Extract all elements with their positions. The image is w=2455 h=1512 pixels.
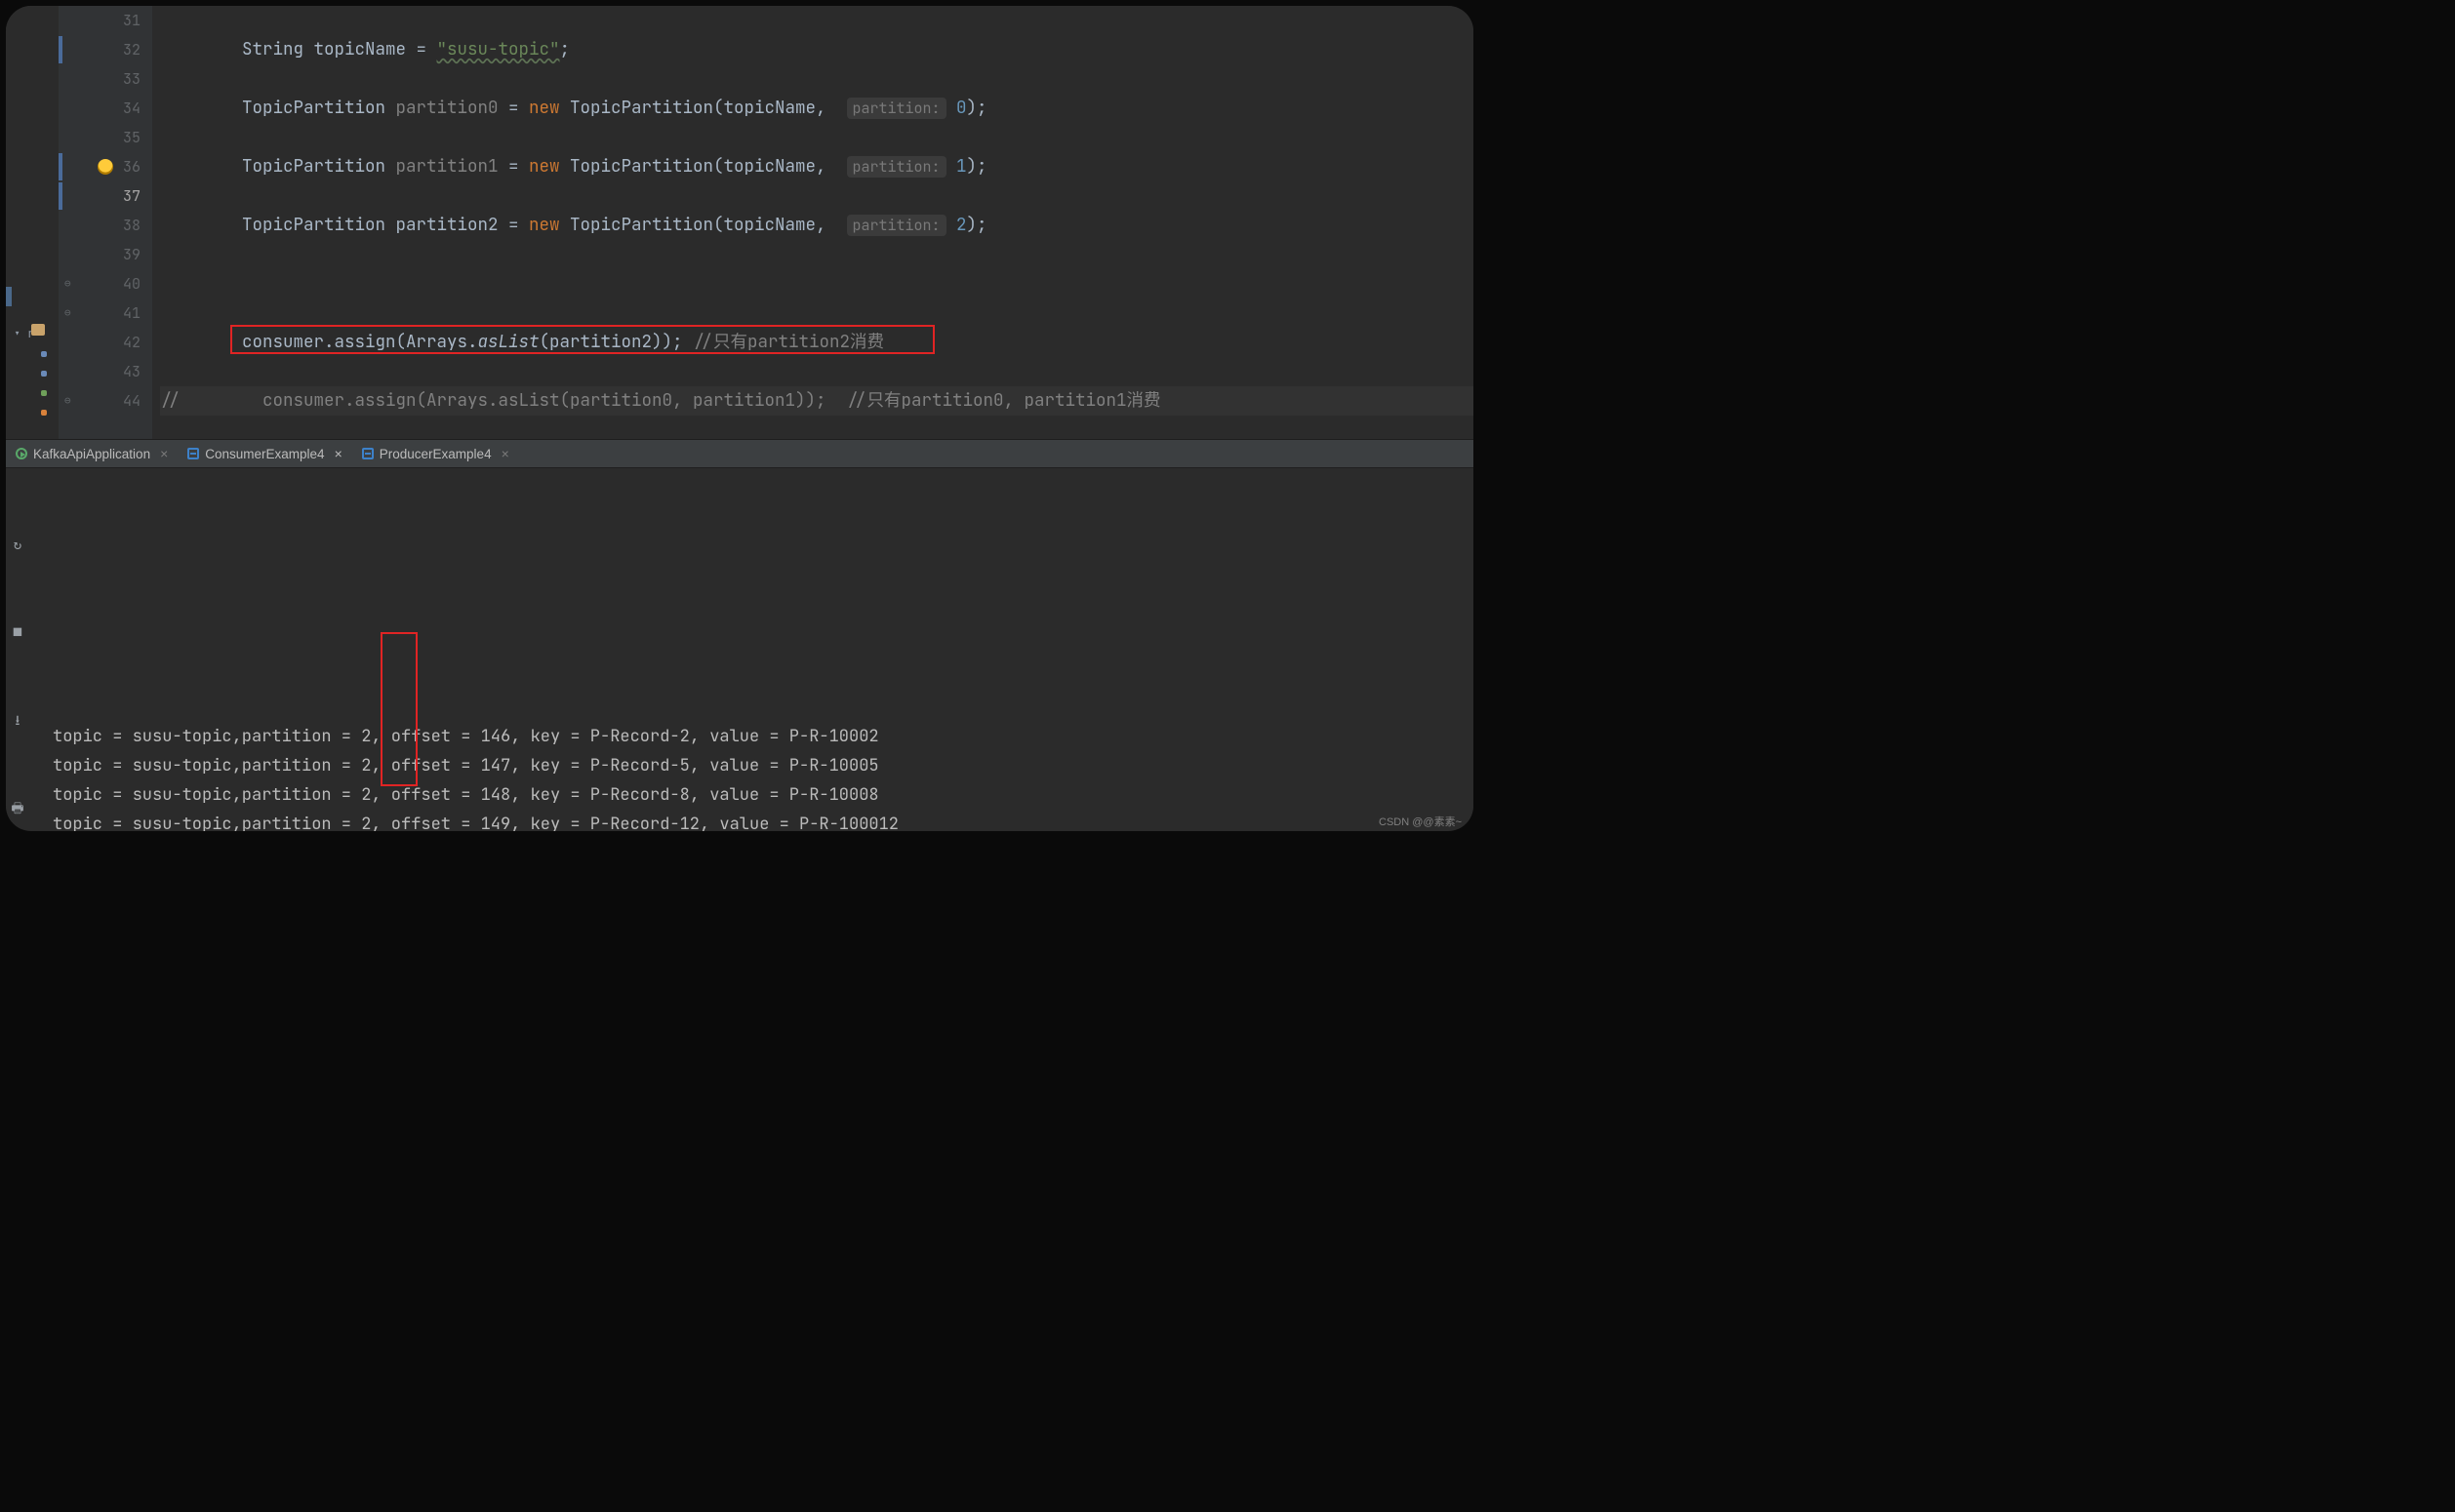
line-number[interactable]: 40⊖ <box>59 269 141 298</box>
vcs-change-marker[interactable] <box>59 182 62 210</box>
project-sidebar[interactable]: ▾ r <box>6 6 59 439</box>
line-number[interactable]: 34 <box>59 94 141 123</box>
restart-icon[interactable]: ↻ <box>9 531 26 548</box>
inlay-hint: partition: <box>847 156 946 178</box>
fold-icon[interactable]: ⊖ <box>64 269 71 298</box>
line-number[interactable]: 41⊖ <box>59 298 141 328</box>
console-toolbar[interactable]: ↻ ■ ⭳ 🖶 🗑 <box>6 466 31 632</box>
fold-icon[interactable]: ⊖ <box>64 298 71 328</box>
file-icon[interactable] <box>41 371 47 377</box>
line-number[interactable]: 36 <box>59 152 141 181</box>
code-text: String topicName = <box>242 38 437 60</box>
line-number[interactable]: 38 <box>59 211 141 240</box>
line-number[interactable]: 39 <box>59 240 141 269</box>
file-icon[interactable] <box>41 351 47 357</box>
vcs-change-marker[interactable] <box>59 153 62 180</box>
string-literal: "susu-topic" <box>437 38 560 60</box>
editor-pane: ▾ r 31323334353637383940⊖41⊖424344⊖ Stri… <box>6 6 1473 439</box>
line-number[interactable]: 42 <box>59 328 141 357</box>
line-number[interactable]: 31 <box>59 6 141 35</box>
console-output[interactable]: ↻ ■ ⭳ 🖶 🗑 topic = susu-topic,partition =… <box>6 468 1473 829</box>
run-config-icon <box>16 448 27 459</box>
inlay-hint: partition: <box>847 98 946 119</box>
download-icon[interactable]: ⭳ <box>9 706 26 724</box>
inlay-hint: partition: <box>847 215 946 236</box>
tab-label: KafkaApiApplication <box>33 447 150 461</box>
run-tab[interactable]: KafkaApiApplication× <box>6 440 178 467</box>
console-line: topic = susu-topic,partition = 2, offset… <box>53 751 1473 780</box>
intention-bulb-icon[interactable] <box>98 159 113 175</box>
code-area[interactable]: String topicName = "susu-topic"; TopicPa… <box>152 6 1473 439</box>
line-number[interactable]: 32 <box>59 35 141 64</box>
console-line: topic = susu-topic,partition = 2, offset… <box>53 780 1473 810</box>
stop-icon[interactable]: ■ <box>9 618 26 636</box>
watermark: CSDN @@素素~ <box>1379 814 1462 829</box>
ide-window: ▾ r 31323334353637383940⊖41⊖424344⊖ Stri… <box>6 6 1473 831</box>
fold-icon[interactable]: ⊖ <box>64 386 71 416</box>
console-line: topic = susu-topic,partition = 2, offset… <box>53 722 1473 751</box>
line-number-gutter[interactable]: 31323334353637383940⊖41⊖424344⊖ <box>59 6 152 439</box>
line-number[interactable]: 43 <box>59 357 141 386</box>
file-icon[interactable] <box>41 390 47 396</box>
vcs-change-marker[interactable] <box>59 36 62 63</box>
line-number[interactable]: 44⊖ <box>59 386 141 416</box>
line-number[interactable]: 37 <box>59 181 141 211</box>
line-number[interactable]: 33 <box>59 64 141 94</box>
console-line: topic = susu-topic,partition = 2, offset… <box>53 810 1473 831</box>
folder-icon[interactable] <box>31 324 45 336</box>
selection-marker <box>6 287 12 306</box>
line-number[interactable]: 35 <box>59 123 141 152</box>
print-icon[interactable]: 🖶 <box>9 794 26 812</box>
file-icon[interactable] <box>41 410 47 416</box>
